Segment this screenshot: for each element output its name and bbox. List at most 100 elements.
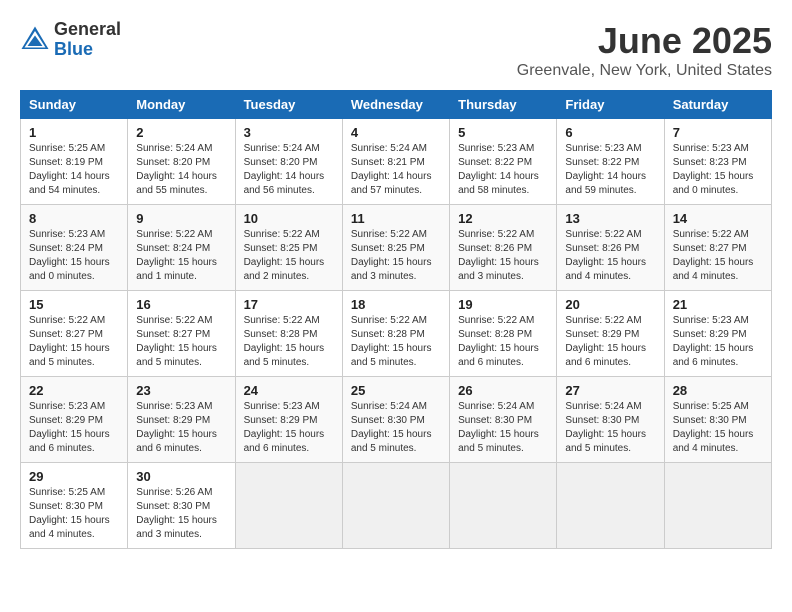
day-number: 26 — [458, 383, 548, 398]
calendar-cell: 12Sunrise: 5:22 AM Sunset: 8:26 PM Dayli… — [450, 205, 557, 291]
calendar-cell: 25 Sunrise: 5:24 AM Sunset: 8:30 PM Dayli… — [342, 377, 449, 463]
calendar-cell — [342, 463, 449, 549]
day-info: Sunrise: 5:25 AM Sunset: 8:30 PM Dayligh… — [29, 486, 119, 542]
day-info: Sunrise: 5:22 AM Sunset: 8:25 PM Dayligh… — [244, 228, 334, 284]
day-info: Sunrise: 5:22 AM Sunset: 8:25 PM Dayligh… — [351, 228, 441, 284]
day-number: 30 — [136, 469, 226, 484]
logo-blue-text: Blue — [54, 40, 121, 60]
day-number: 24 — [244, 383, 334, 398]
day-number: 8 — [29, 211, 119, 226]
day-info: Sunrise: 5:23 AM Sunset: 8:23 PM Dayligh… — [673, 142, 763, 198]
day-info: Sunrise: 5:24 AM Sunset: 8:30 PM Dayligh… — [351, 400, 441, 456]
calendar-cell: 16 Sunrise: 5:22 AM Sunset: 8:27 PM Dayli… — [128, 291, 235, 377]
day-info: Sunrise: 5:26 AM Sunset: 8:30 PM Dayligh… — [136, 486, 226, 542]
calendar-cell — [557, 463, 664, 549]
day-number: 20 — [565, 297, 655, 312]
day-number: 25 — [351, 383, 441, 398]
day-number: 27 — [565, 383, 655, 398]
day-number: 19 — [458, 297, 548, 312]
day-info: Sunrise: 5:23 AM Sunset: 8:24 PM Dayligh… — [29, 228, 119, 284]
calendar-cell: 20 Sunrise: 5:22 AM Sunset: 8:29 PM Dayli… — [557, 291, 664, 377]
calendar-cell: 17 Sunrise: 5:22 AM Sunset: 8:28 PM Dayli… — [235, 291, 342, 377]
calendar-day-header: Thursday — [450, 91, 557, 119]
day-info: Sunrise: 5:23 AM Sunset: 8:29 PM Dayligh… — [673, 314, 763, 370]
calendar-cell: 10 Sunrise: 5:22 AM Sunset: 8:25 PM Dayli… — [235, 205, 342, 291]
day-number: 21 — [673, 297, 763, 312]
logo-general-text: General — [54, 20, 121, 40]
day-number: 1 — [29, 125, 119, 140]
day-info: Sunrise: 5:23 AM Sunset: 8:22 PM Dayligh… — [565, 142, 655, 198]
calendar-cell: 14Sunrise: 5:22 AM Sunset: 8:27 PM Dayli… — [664, 205, 771, 291]
calendar-cell: 24Sunrise: 5:23 AM Sunset: 8:29 PM Dayli… — [235, 377, 342, 463]
day-number: 6 — [565, 125, 655, 140]
day-number: 2 — [136, 125, 226, 140]
day-number: 5 — [458, 125, 548, 140]
calendar-cell: 15Sunrise: 5:22 AM Sunset: 8:27 PM Dayli… — [21, 291, 128, 377]
calendar-cell: 23Sunrise: 5:23 AM Sunset: 8:29 PM Dayli… — [128, 377, 235, 463]
day-info: Sunrise: 5:24 AM Sunset: 8:20 PM Dayligh… — [136, 142, 226, 198]
day-info: Sunrise: 5:24 AM Sunset: 8:21 PM Dayligh… — [351, 142, 441, 198]
day-info: Sunrise: 5:22 AM Sunset: 8:24 PM Dayligh… — [136, 228, 226, 284]
day-number: 15 — [29, 297, 119, 312]
month-title: June 2025 — [517, 20, 772, 62]
calendar-cell: 8 Sunrise: 5:23 AM Sunset: 8:24 PM Daylig… — [21, 205, 128, 291]
calendar-cell: 6 Sunrise: 5:23 AM Sunset: 8:22 PM Daylig… — [557, 119, 664, 205]
calendar-cell: 4Sunrise: 5:24 AM Sunset: 8:21 PM Daylig… — [342, 119, 449, 205]
calendar-cell: 3 Sunrise: 5:24 AM Sunset: 8:20 PM Daylig… — [235, 119, 342, 205]
day-number: 3 — [244, 125, 334, 140]
day-number: 14 — [673, 211, 763, 226]
calendar-cell: 1 Sunrise: 5:25 AM Sunset: 8:19 PM Daylig… — [21, 119, 128, 205]
calendar-cell — [450, 463, 557, 549]
calendar-cell: 2 Sunrise: 5:24 AM Sunset: 8:20 PM Daylig… — [128, 119, 235, 205]
day-number: 22 — [29, 383, 119, 398]
day-info: Sunrise: 5:23 AM Sunset: 8:29 PM Dayligh… — [136, 400, 226, 456]
day-info: Sunrise: 5:22 AM Sunset: 8:28 PM Dayligh… — [244, 314, 334, 370]
calendar-cell: 29 Sunrise: 5:25 AM Sunset: 8:30 PM Dayli… — [21, 463, 128, 549]
day-info: Sunrise: 5:22 AM Sunset: 8:29 PM Dayligh… — [565, 314, 655, 370]
calendar-week-row: 22 Sunrise: 5:23 AM Sunset: 8:29 PM Dayli… — [21, 377, 772, 463]
calendar-table: SundayMondayTuesdayWednesdayThursdayFrid… — [20, 90, 772, 549]
title-section: June 2025 Greenvale, New York, United St… — [517, 20, 772, 80]
calendar-week-row: 29 Sunrise: 5:25 AM Sunset: 8:30 PM Dayli… — [21, 463, 772, 549]
calendar-day-header: Saturday — [664, 91, 771, 119]
day-info: Sunrise: 5:22 AM Sunset: 8:28 PM Dayligh… — [458, 314, 548, 370]
calendar-day-header: Wednesday — [342, 91, 449, 119]
day-number: 10 — [244, 211, 334, 226]
day-info: Sunrise: 5:24 AM Sunset: 8:30 PM Dayligh… — [458, 400, 548, 456]
day-info: Sunrise: 5:23 AM Sunset: 8:29 PM Dayligh… — [29, 400, 119, 456]
day-number: 16 — [136, 297, 226, 312]
calendar-cell: 26 Sunrise: 5:24 AM Sunset: 8:30 PM Dayli… — [450, 377, 557, 463]
calendar-cell — [664, 463, 771, 549]
calendar-cell: 7Sunrise: 5:23 AM Sunset: 8:23 PM Daylig… — [664, 119, 771, 205]
day-number: 9 — [136, 211, 226, 226]
day-info: Sunrise: 5:22 AM Sunset: 8:26 PM Dayligh… — [458, 228, 548, 284]
day-number: 29 — [29, 469, 119, 484]
day-info: Sunrise: 5:23 AM Sunset: 8:22 PM Dayligh… — [458, 142, 548, 198]
calendar-cell: 9 Sunrise: 5:22 AM Sunset: 8:24 PM Daylig… — [128, 205, 235, 291]
day-number: 18 — [351, 297, 441, 312]
calendar-cell: 11 Sunrise: 5:22 AM Sunset: 8:25 PM Dayli… — [342, 205, 449, 291]
calendar-cell: 5 Sunrise: 5:23 AM Sunset: 8:22 PM Daylig… — [450, 119, 557, 205]
day-info: Sunrise: 5:24 AM Sunset: 8:30 PM Dayligh… — [565, 400, 655, 456]
calendar-cell: 18 Sunrise: 5:22 AM Sunset: 8:28 PM Dayli… — [342, 291, 449, 377]
day-info: Sunrise: 5:22 AM Sunset: 8:26 PM Dayligh… — [565, 228, 655, 284]
calendar-week-row: 8 Sunrise: 5:23 AM Sunset: 8:24 PM Daylig… — [21, 205, 772, 291]
calendar-cell — [235, 463, 342, 549]
day-number: 11 — [351, 211, 441, 226]
calendar-cell: 22 Sunrise: 5:23 AM Sunset: 8:29 PM Dayli… — [21, 377, 128, 463]
day-number: 28 — [673, 383, 763, 398]
day-info: Sunrise: 5:25 AM Sunset: 8:19 PM Dayligh… — [29, 142, 119, 198]
day-number: 17 — [244, 297, 334, 312]
logo-icon — [20, 25, 50, 55]
logo: General Blue — [20, 20, 121, 60]
calendar-cell: 30 Sunrise: 5:26 AM Sunset: 8:30 PM Dayli… — [128, 463, 235, 549]
day-number: 13 — [565, 211, 655, 226]
day-info: Sunrise: 5:22 AM Sunset: 8:28 PM Dayligh… — [351, 314, 441, 370]
calendar-cell: 13 Sunrise: 5:22 AM Sunset: 8:26 PM Dayli… — [557, 205, 664, 291]
calendar-cell: 27 Sunrise: 5:24 AM Sunset: 8:30 PM Dayli… — [557, 377, 664, 463]
calendar-week-row: 1 Sunrise: 5:25 AM Sunset: 8:19 PM Daylig… — [21, 119, 772, 205]
calendar-header-row: SundayMondayTuesdayWednesdayThursdayFrid… — [21, 91, 772, 119]
day-info: Sunrise: 5:24 AM Sunset: 8:20 PM Dayligh… — [244, 142, 334, 198]
calendar-day-header: Friday — [557, 91, 664, 119]
day-info: Sunrise: 5:22 AM Sunset: 8:27 PM Dayligh… — [136, 314, 226, 370]
